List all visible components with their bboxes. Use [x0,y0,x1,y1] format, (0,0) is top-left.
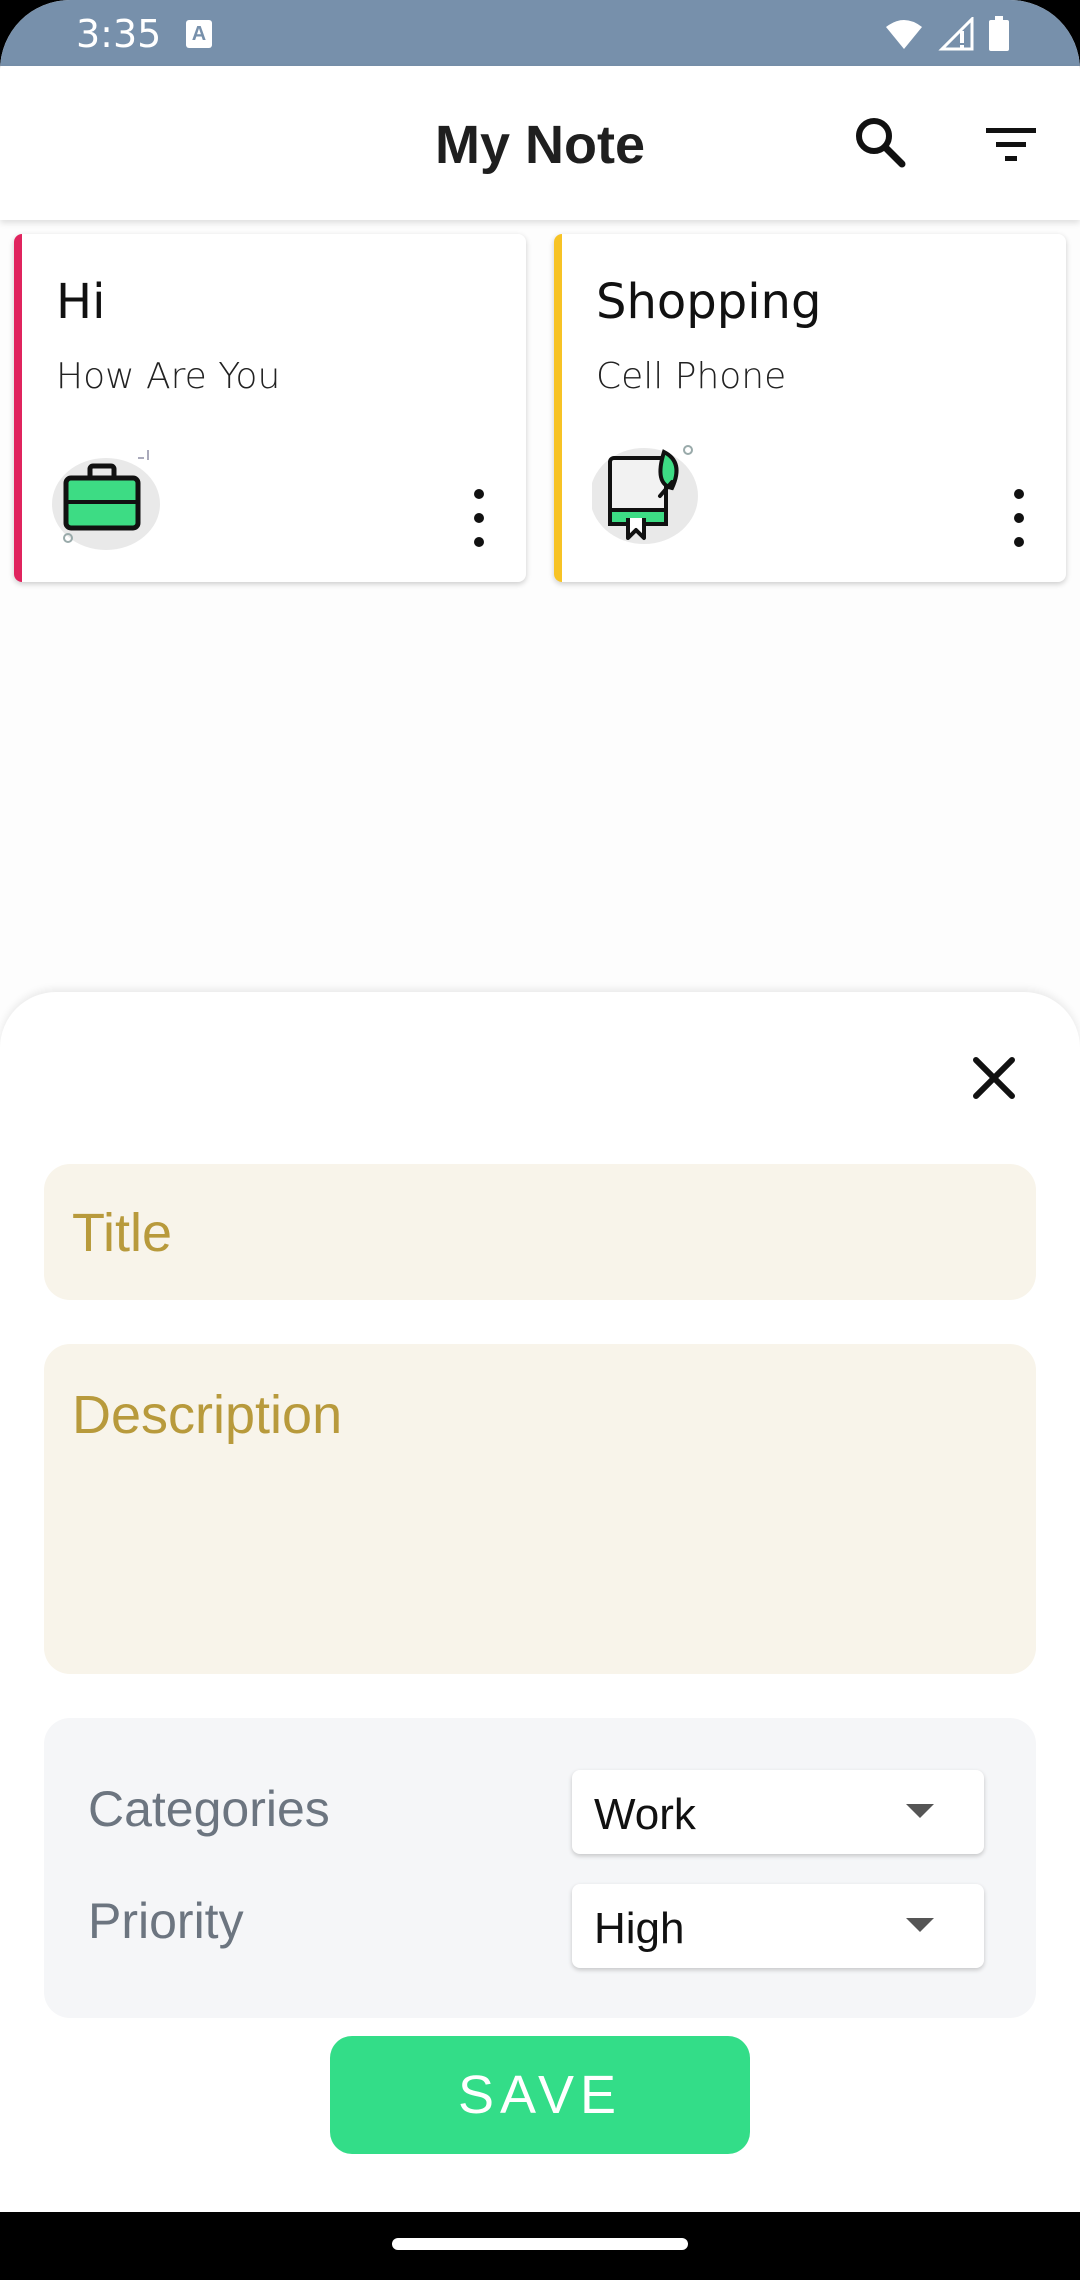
leaf-book-icon [592,445,698,544]
card-accent-bar [14,234,22,582]
categories-label: Categories [88,1781,330,1837]
briefcase-icon [52,450,160,550]
more-options-icon[interactable] [1004,486,1034,550]
app-screen: 3:35 A My Note Hi How Are You Shopping C… [0,0,1080,2280]
status-icons [884,14,1010,54]
note-description: How Are You [56,356,281,397]
wifi-icon [886,20,922,49]
status-bar: 3:35 A [0,0,1080,66]
dropdown-arrow-icon [906,1918,934,1932]
title-input[interactable]: Title [44,1164,1036,1300]
battery-icon [989,16,1009,51]
options-panel: Categories Work Priority High [44,1718,1036,2018]
status-time: 3:35 [76,12,162,56]
categories-value: Work [594,1790,696,1839]
search-icon [856,118,906,168]
note-description: Cell Phone [596,356,787,397]
card-accent-bar [554,234,562,582]
description-input[interactable]: Description [44,1344,1036,1674]
dropdown-arrow-icon [906,1804,934,1818]
title-placeholder: Title [72,1203,173,1263]
filter-icon [986,128,1036,161]
filter-button[interactable] [980,112,1044,176]
keyboard-notification-icon: A [186,20,212,48]
search-button[interactable] [850,112,914,176]
description-placeholder: Description [72,1385,343,1445]
save-button[interactable]: SAVE [330,2036,750,2154]
page-title: My Note [434,115,645,175]
signal-icon [938,17,974,51]
home-gesture-handle[interactable] [392,2238,688,2250]
note-title: Hi [56,274,106,330]
note-card[interactable]: Hi How Are You [14,234,526,582]
close-icon[interactable] [968,1052,1020,1104]
note-title: Shopping [596,274,822,330]
priority-dropdown[interactable]: High [572,1884,984,1968]
priority-value: High [594,1904,685,1953]
app-bar: My Note [0,66,1080,220]
note-card[interactable]: Shopping Cell Phone [554,234,1066,582]
categories-dropdown[interactable]: Work [572,1770,984,1854]
more-options-icon[interactable] [464,486,494,550]
priority-label: Priority [88,1893,244,1949]
